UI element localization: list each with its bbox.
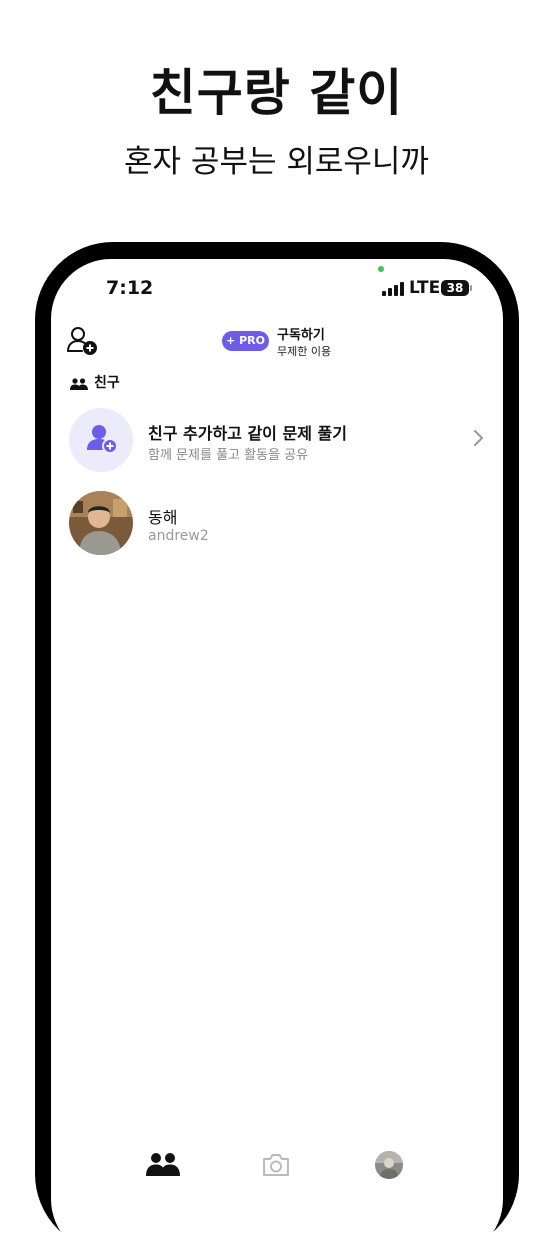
avatar	[375, 1151, 403, 1179]
add-friend-avatar	[69, 408, 133, 472]
section-label-friends: 친구	[94, 375, 120, 391]
friend-username: andrew2	[148, 528, 209, 544]
battery-tip	[470, 285, 472, 291]
people-icon	[146, 1153, 180, 1176]
tab-friends[interactable]	[146, 1152, 180, 1176]
network-label: LTE	[409, 278, 441, 298]
status-time: 7:12	[106, 277, 154, 299]
add-friend-row[interactable]: 친구 추가하고 같이 문제 풀기 함께 문제를 풀고 활동을 공유	[51, 405, 503, 477]
signal-icon	[382, 282, 404, 296]
battery-icon: 38	[441, 280, 469, 296]
subscribe-title[interactable]: 구독하기	[277, 324, 325, 343]
pro-badge[interactable]: + PRO	[222, 331, 269, 351]
people-icon	[70, 375, 88, 390]
tab-camera[interactable]	[261, 1152, 291, 1178]
phone-screen: 7:12 LTE 38 + PRO 구독하기 무제한 이용 친구 친구 추가하고…	[51, 259, 503, 1259]
add-friend-title: 친구 추가하고 같이 문제 풀기	[148, 424, 347, 443]
promo-subheadline: 혼자 공부는 외로우니까	[124, 144, 429, 180]
tab-profile[interactable]	[375, 1151, 403, 1179]
privacy-indicator-dot	[378, 266, 384, 272]
friend-name: 동해	[148, 508, 178, 527]
add-friend-subtitle: 함께 문제를 풀고 활동을 공유	[148, 448, 309, 463]
add-friend-icon[interactable]	[67, 326, 99, 356]
promo-headline: 친구랑 같이	[149, 64, 404, 122]
camera-icon	[263, 1154, 289, 1176]
chevron-right-icon	[471, 429, 485, 447]
subscribe-subtitle: 무제한 이용	[277, 345, 332, 358]
friend-list-item[interactable]: 동해 andrew2	[51, 488, 503, 560]
avatar	[69, 491, 133, 555]
